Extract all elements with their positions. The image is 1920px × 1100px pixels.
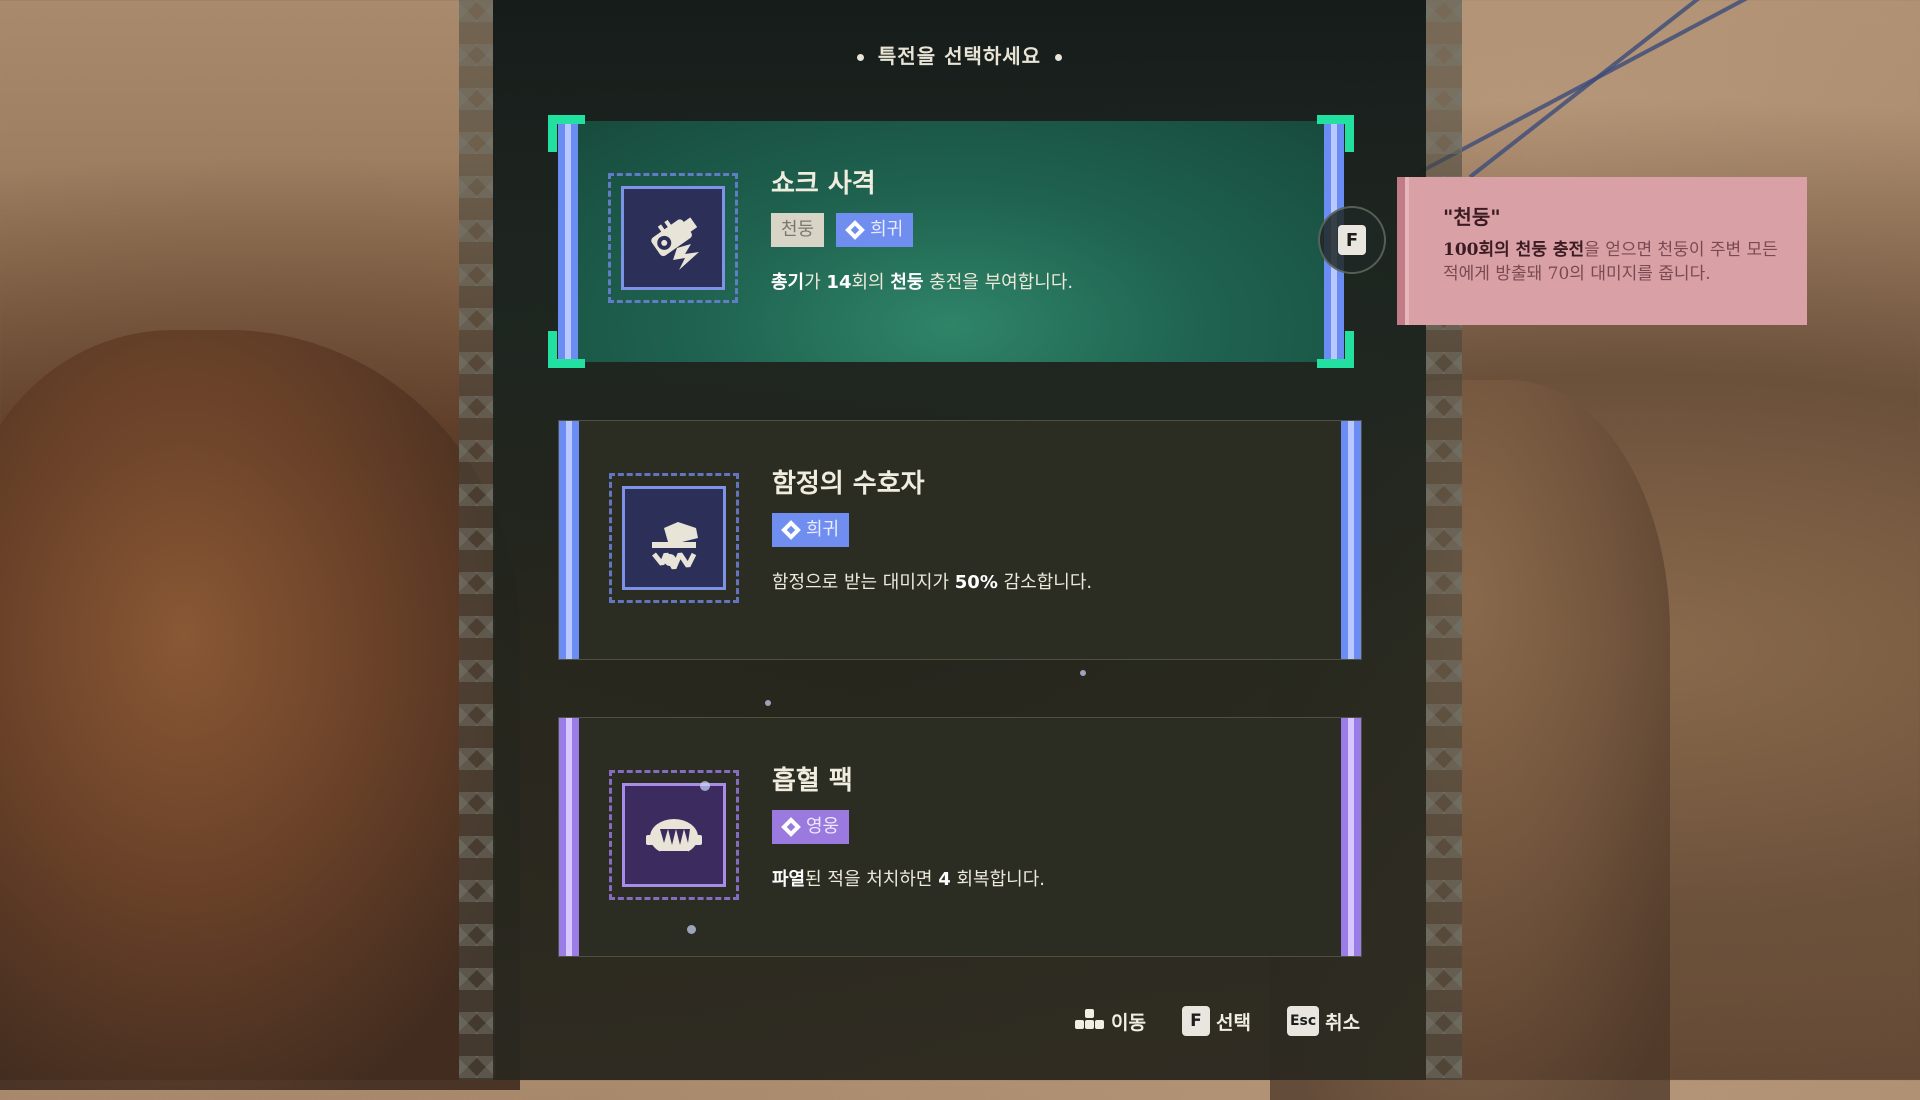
panel-border-right: [1426, 0, 1462, 1080]
perk-description: 함정으로 받는 대미지가 50% 감소합니다.: [772, 568, 1092, 594]
rarity-diamond-icon: [846, 221, 864, 239]
tag-label: 천둥: [781, 219, 815, 240]
f-key-icon: F: [1338, 225, 1366, 255]
f-key-icon: F: [1181, 1006, 1210, 1036]
tag-rarity: 영웅: [772, 810, 850, 844]
shock-shot-icon: [621, 186, 725, 290]
hint-select-label: 선택: [1215, 1011, 1251, 1034]
perk-description: 총기가 14회의 천둥 충전을 부여합니다.: [771, 268, 1073, 294]
rarity-bar-left: [559, 421, 579, 659]
sparkle-particle: [687, 925, 696, 934]
desc-bold: 천둥: [890, 272, 924, 293]
dpad-icon: [1075, 1009, 1105, 1033]
select-key-indicator[interactable]: F: [1318, 206, 1386, 274]
sparkle-particle: [1080, 670, 1086, 676]
hint-cancel-label: 취소: [1325, 1011, 1361, 1034]
tag-rarity: 희귀: [836, 213, 914, 247]
desc-bold: 파열: [772, 869, 806, 890]
perk-title: 흡혈 팩: [772, 766, 853, 796]
perk-icon-frame: [609, 473, 739, 603]
perk-description: 파열된 적을 처치하면 4 회복합니다.: [772, 865, 1045, 891]
tooltip-title: "천둥": [1443, 205, 1501, 229]
perk-icon-frame: [609, 770, 739, 900]
desc-bold: 50%: [954, 572, 998, 593]
selection-bracket: [1317, 115, 1354, 152]
rarity-bar-left: [558, 121, 578, 362]
perk-icon-frame: [608, 173, 738, 303]
hint-move-label: 이동: [1111, 1011, 1146, 1034]
hint-cancel[interactable]: Esc 취소: [1286, 1006, 1361, 1036]
esc-key-icon: Esc: [1286, 1006, 1320, 1036]
sparkle-particle: [765, 700, 771, 706]
tag-element: 천둥: [771, 213, 825, 247]
desc-text: 회의: [851, 272, 891, 293]
desc-bold: 총기: [771, 272, 805, 293]
desc-text: 가: [804, 272, 827, 293]
control-hints: 이동 F 선택 Esc 취소: [1075, 1006, 1360, 1036]
rarity-diamond-icon: [782, 521, 800, 539]
selection-bracket: [548, 331, 585, 368]
page-title: 특전을 선택하세요: [493, 40, 1426, 69]
trap-guardian-icon: [622, 486, 726, 590]
rarity-bar-right: [1341, 421, 1361, 659]
rarity-diamond-icon: [782, 818, 800, 836]
title-dot-left: [856, 54, 864, 61]
desc-text: 함정으로 받는 대미지가: [772, 572, 955, 593]
desc-text: 충전을 부여합니다.: [923, 272, 1074, 293]
rarity-bar-left: [559, 718, 579, 956]
perk-title: 함정의 수호자: [772, 469, 925, 499]
perk-card-shock-shot[interactable]: 쇼크 사격 천둥 희귀 총기가 14회의 천둥 충전을 부여합니다.: [548, 115, 1354, 368]
hint-select[interactable]: F 선택: [1181, 1006, 1251, 1036]
sparkle-particle: [700, 781, 710, 791]
perk-tags: 천둥 희귀: [771, 213, 914, 247]
perk-title: 쇼크 사격: [771, 169, 876, 199]
desc-bold: 14: [826, 272, 852, 293]
desc-text: 회복합니다.: [950, 869, 1045, 890]
tag-label: 영웅: [806, 816, 840, 837]
desc-text: 된 적을 처치하면: [805, 869, 939, 890]
tooltip-body-bold: 100회의 천둥 충전: [1443, 240, 1585, 260]
background-rock-left: [0, 330, 520, 1090]
perk-card-vampire-pack[interactable]: 흡혈 팩 영웅 파열된 적을 처치하면 4 회복합니다.: [558, 717, 1362, 957]
perk-tags: 영웅: [772, 810, 850, 844]
desc-bold: 4: [938, 869, 951, 890]
selection-bracket: [548, 115, 585, 152]
perk-card-trap-guardian[interactable]: 함정의 수호자 희귀 함정으로 받는 대미지가 50% 감소합니다.: [558, 420, 1362, 660]
tag-label: 희귀: [806, 519, 840, 540]
tag-rarity: 희귀: [772, 513, 850, 547]
tag-label: 희귀: [870, 219, 904, 240]
selection-bracket: [1317, 331, 1354, 368]
panel-border-left: [459, 0, 495, 1080]
vampire-pack-icon: [622, 783, 726, 887]
perk-tags: 희귀: [772, 513, 850, 547]
desc-text: 감소합니다.: [997, 572, 1093, 593]
background-wire: [1468, 0, 1724, 179]
hint-move: 이동: [1075, 1008, 1146, 1035]
page-title-text: 특전을 선택하세요: [877, 44, 1042, 68]
tooltip-body: 100회의 천둥 충전을 얻으면 천둥이 주변 모든 적에게 방출돼 70의 대…: [1443, 238, 1779, 286]
title-dot-right: [1055, 54, 1063, 61]
rarity-bar-right: [1341, 718, 1361, 956]
keyword-tooltip: "천둥" 100회의 천둥 충전을 얻으면 천둥이 주변 모든 적에게 방출돼 …: [1397, 177, 1807, 325]
